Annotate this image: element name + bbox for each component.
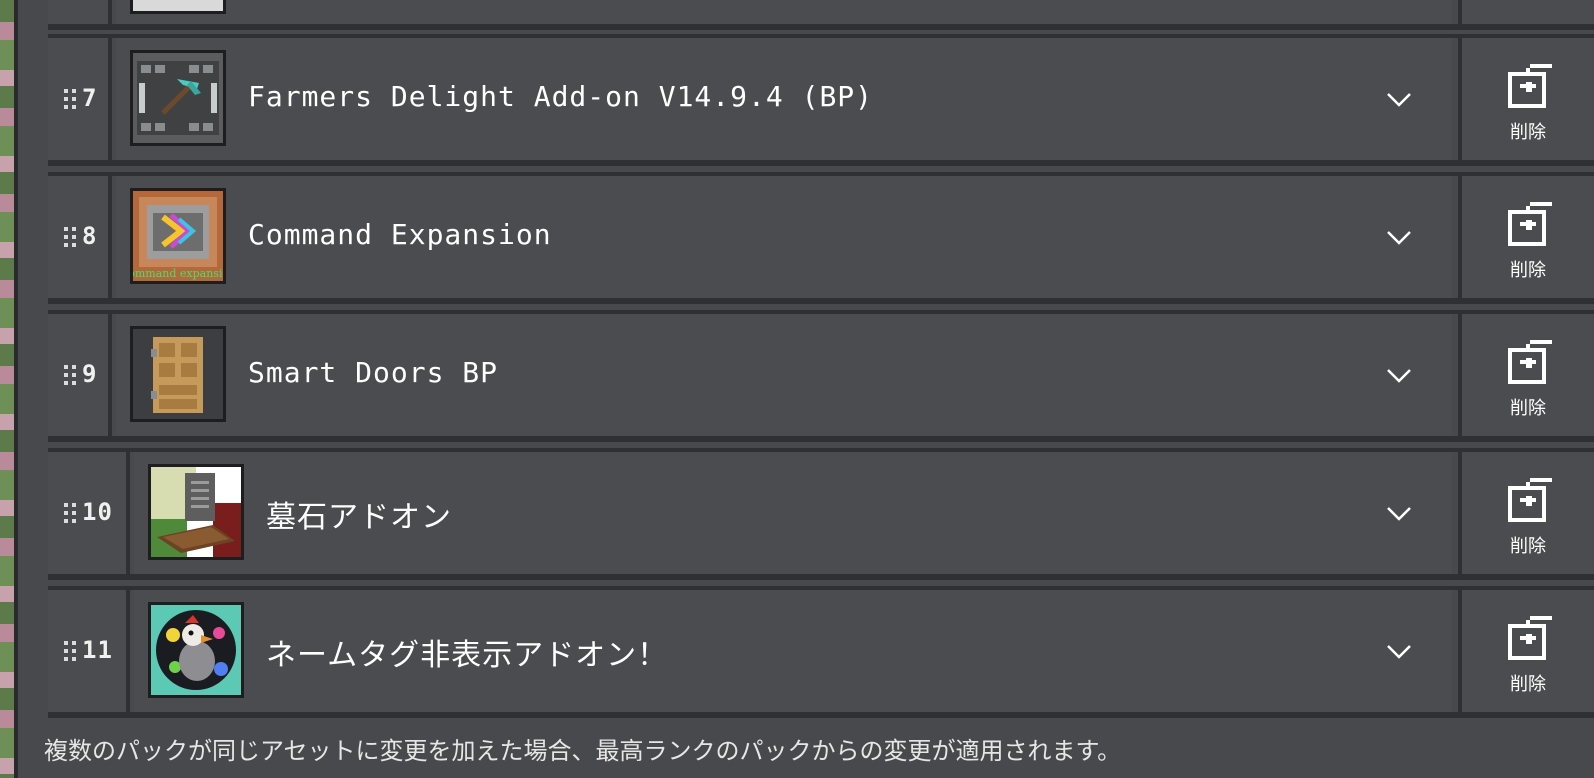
- pack-thumbnail: Command expansion: [130, 188, 226, 284]
- remove-label: 削除: [1510, 122, 1546, 143]
- remove-label: 削除: [1510, 674, 1546, 695]
- chevron-down-icon[interactable]: [1386, 362, 1412, 388]
- remove-button[interactable]: 削除: [1458, 34, 1594, 166]
- pack-thumbnail: [148, 602, 244, 698]
- pack-row[interactable]: 9 Smart Doors BP 削除: [48, 310, 1594, 442]
- pack-thumbnail: [148, 464, 244, 560]
- svg-text:Command expansion: Command expansion: [133, 267, 223, 280]
- chevron-down-icon[interactable]: [1386, 224, 1412, 250]
- remove-pack-icon: [1508, 478, 1552, 522]
- remove-label: 削除: [1510, 398, 1546, 419]
- world-background: [0, 0, 18, 778]
- pack-rank: 7: [82, 84, 98, 112]
- priority-note: 複数のパックが同じアセットに変更を加えた場合、最高ランクのパックからの変更が適用…: [44, 737, 1122, 765]
- pack-name: 墓石アドオン: [266, 500, 452, 535]
- chevron-down-icon[interactable]: [1386, 500, 1412, 526]
- chevron-down-icon[interactable]: [1386, 638, 1412, 664]
- remove-label: 削除: [1510, 260, 1546, 281]
- pack-name: Farmers Delight Add-on V14.9.4 (BP): [248, 80, 874, 113]
- pack-row[interactable]: 10 墓石アドオン 削除: [48, 448, 1594, 580]
- pack-name: ネームタグ非表示アドオン！: [266, 638, 669, 673]
- pack-name: Command Expansion: [248, 218, 552, 251]
- pack-name: Smart Doors BP: [248, 356, 499, 389]
- pack-info-cell[interactable]: 墓石アドオン: [134, 448, 1452, 580]
- remove-pack-icon: [1508, 202, 1552, 246]
- drag-handle-cell[interactable]: 8: [48, 172, 112, 304]
- pack-rank: 11: [82, 636, 113, 664]
- remove-button[interactable]: 削除: [1458, 448, 1594, 580]
- chevron-down-icon[interactable]: [1386, 86, 1412, 112]
- pack-info-cell[interactable]: Farmers Delight Add-on V14.9.4 (BP): [116, 34, 1452, 166]
- pack-info-cell[interactable]: Command expansion Command Expansion: [116, 172, 1452, 304]
- pack-row[interactable]: 8 Command expansion Command Expansion: [48, 172, 1594, 304]
- pack-row[interactable]: 11 ネームタグ非表示アドオン！ 削除: [48, 586, 1594, 718]
- remove-pack-icon: [1508, 64, 1552, 108]
- remove-pack-icon: [1508, 616, 1552, 660]
- pack-rank: 9: [82, 360, 98, 388]
- remove-button[interactable]: 削除: [1458, 310, 1594, 442]
- pack-info-cell[interactable]: ネームタグ非表示アドオン！: [134, 586, 1452, 718]
- pack-info-cell[interactable]: Smart Doors BP: [116, 310, 1452, 442]
- drag-handle-cell[interactable]: 9: [48, 310, 112, 442]
- pack-list-panel: 7 Farmers Delight Add-on V14.9.4 (BP) 削除…: [44, 0, 1594, 778]
- drag-handle-icon[interactable]: [64, 641, 78, 663]
- drag-handle-icon[interactable]: [64, 89, 78, 111]
- drag-handle-cell[interactable]: 11: [48, 586, 130, 718]
- remove-pack-icon: [1508, 340, 1552, 384]
- remove-button[interactable]: 削除: [1458, 172, 1594, 304]
- remove-button[interactable]: 削除: [1458, 586, 1594, 718]
- pack-rank: 8: [82, 222, 98, 250]
- drag-handle-icon[interactable]: [64, 503, 78, 525]
- pack-rank: 10: [82, 498, 113, 526]
- pack-row[interactable]: 7 Farmers Delight Add-on V14.9.4 (BP) 削除: [48, 34, 1594, 166]
- partial-row: [48, 0, 1594, 30]
- pack-thumbnail: [130, 50, 226, 146]
- remove-label: 削除: [1510, 536, 1546, 557]
- drag-handle-cell[interactable]: 10: [48, 448, 130, 580]
- drag-handle-cell[interactable]: 7: [48, 34, 112, 166]
- pack-thumbnail: [130, 326, 226, 422]
- drag-handle-icon[interactable]: [64, 227, 78, 249]
- drag-handle-icon[interactable]: [64, 365, 78, 387]
